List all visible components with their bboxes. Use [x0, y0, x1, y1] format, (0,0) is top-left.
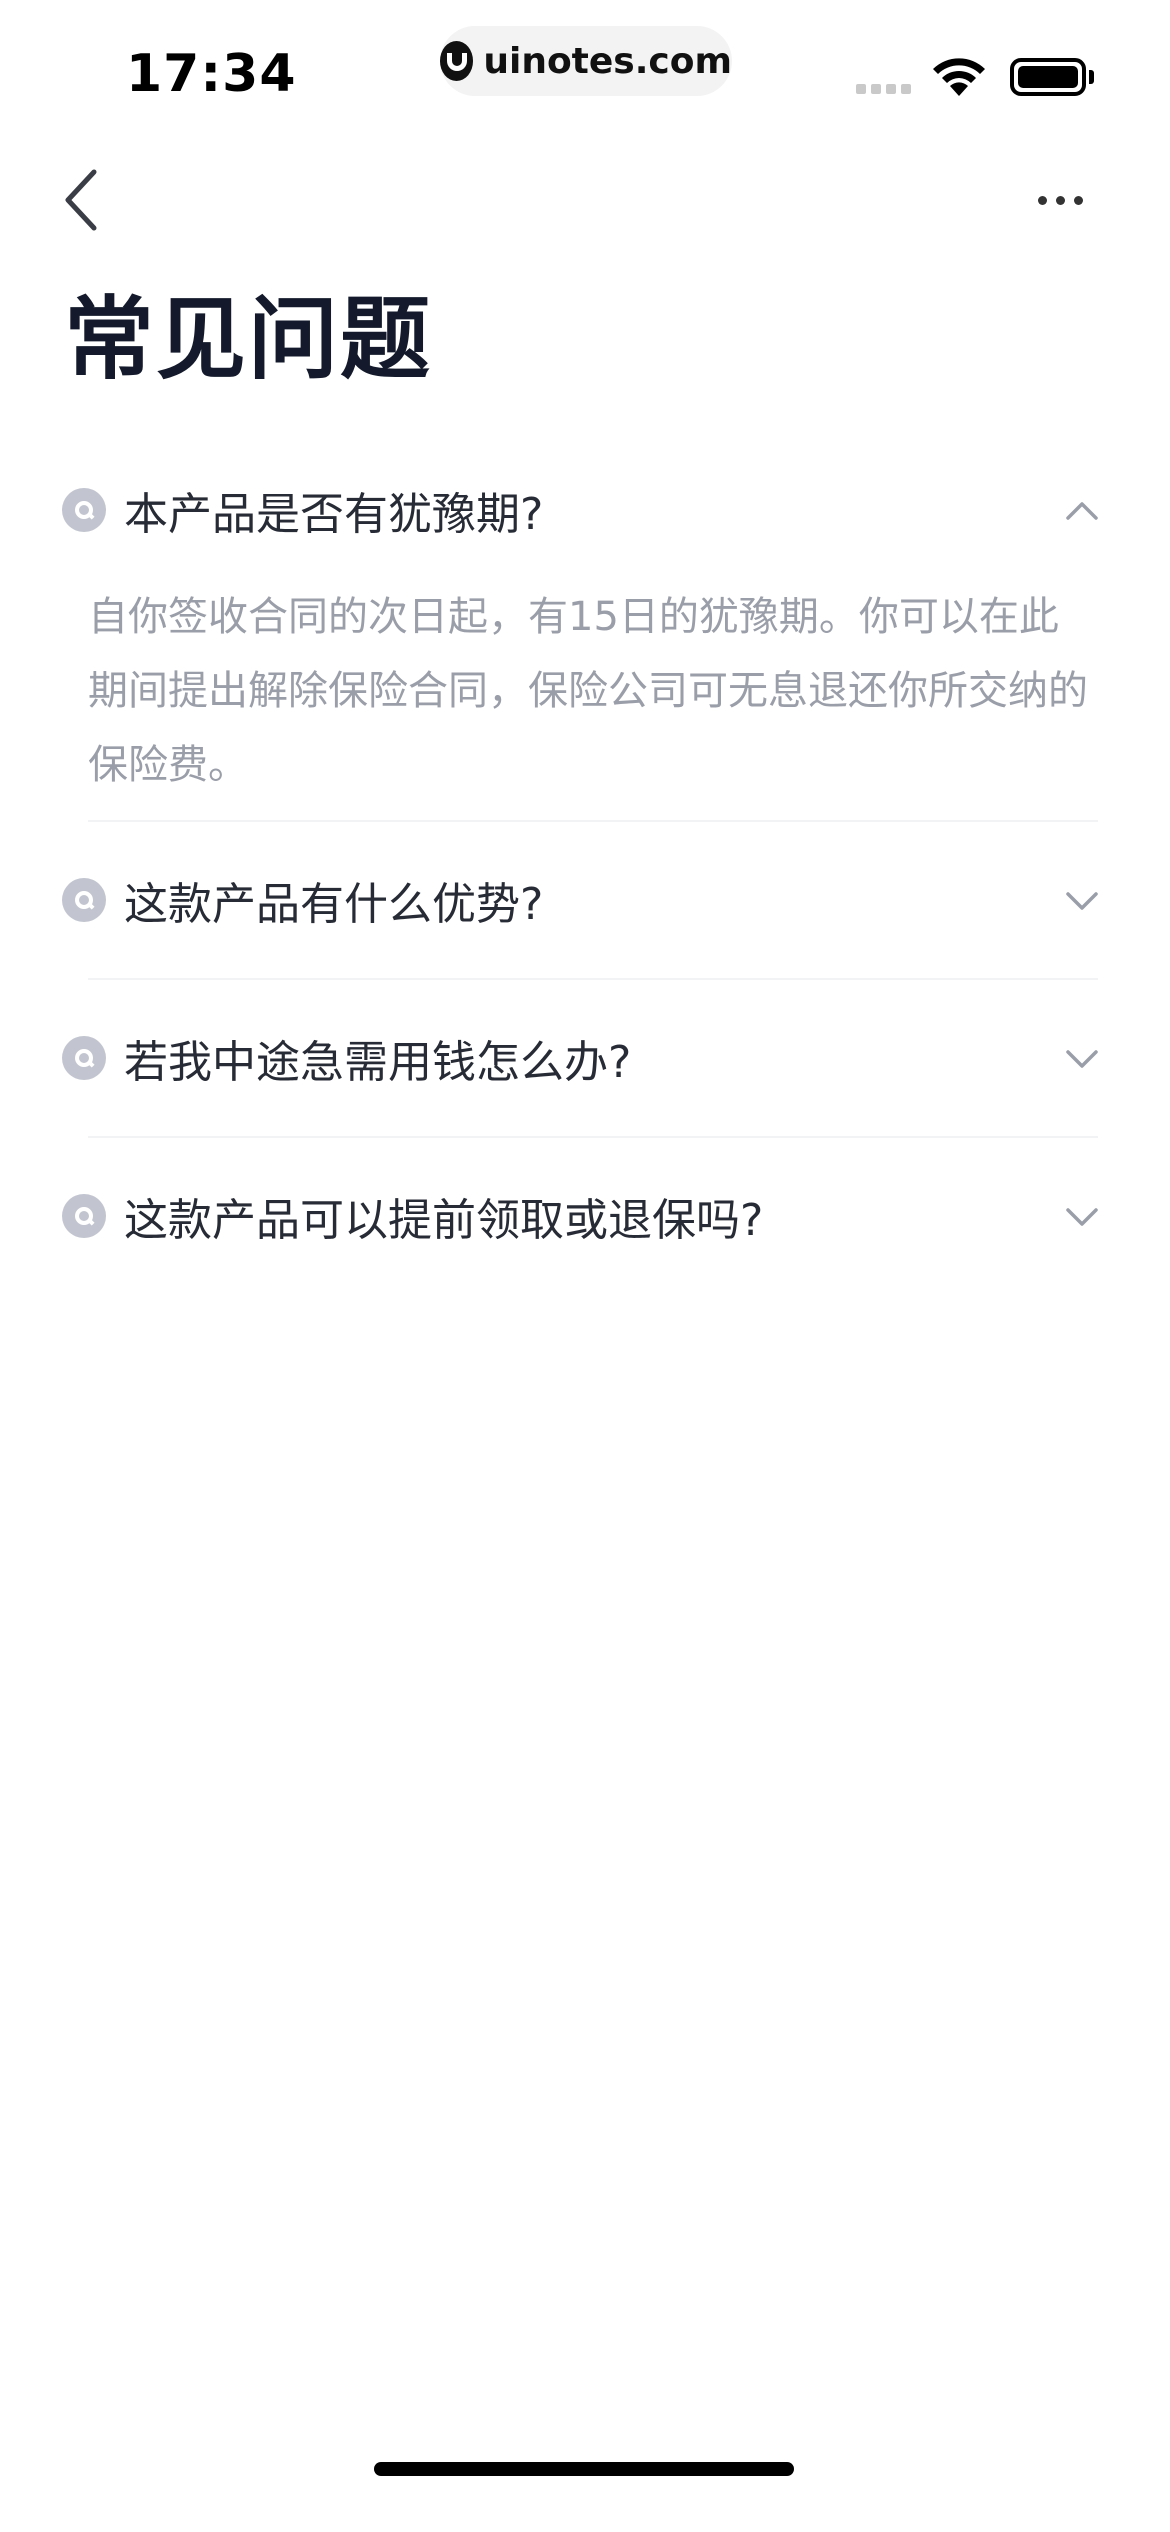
faq-question: 若我中途急需用钱怎么办?: [124, 1037, 632, 1088]
more-dots-icon[interactable]: [1030, 180, 1090, 220]
question-search-icon: [62, 878, 106, 922]
url-pill[interactable]: uinotes.com: [440, 26, 732, 96]
faq-list: 本产品是否有犹豫期? 自你签收合同的次日起，有15日的犹豫期。你可以在此期间提出…: [0, 440, 1170, 1294]
faq-question: 这款产品可以提前领取或退保吗?: [124, 1195, 764, 1246]
battery-cap: [1089, 70, 1094, 84]
faq-question: 本产品是否有犹豫期?: [124, 489, 544, 540]
faq-item: 若我中途急需用钱怎么办?: [0, 980, 1170, 1138]
question-search-icon: [62, 488, 106, 532]
chevron-down-icon[interactable]: [1064, 1046, 1100, 1070]
battery-icon: [1010, 58, 1086, 96]
faq-question-row[interactable]: 本产品是否有犹豫期?: [0, 440, 1170, 580]
chevron-down-icon[interactable]: [1064, 1204, 1100, 1228]
status-time: 17:34: [126, 44, 297, 104]
faq-item: 这款产品有什么优势?: [0, 822, 1170, 980]
faq-item: 这款产品可以提前领取或退保吗?: [0, 1138, 1170, 1294]
faq-question-row[interactable]: 这款产品有什么优势?: [0, 822, 1170, 978]
page-title: 常见问题: [64, 287, 432, 392]
question-search-icon: [62, 1036, 106, 1080]
url-text: uinotes.com: [483, 40, 732, 82]
site-logo-icon: [440, 41, 474, 81]
status-bar: 17:34 uinotes.com: [0, 0, 1170, 150]
chevron-down-icon[interactable]: [1064, 888, 1100, 912]
faq-question-row[interactable]: 若我中途急需用钱怎么办?: [0, 980, 1170, 1136]
cellular-signal-icon: [856, 84, 911, 94]
chevron-up-icon[interactable]: [1064, 498, 1100, 522]
faq-question-row[interactable]: 这款产品可以提前领取或退保吗?: [0, 1138, 1170, 1294]
home-indicator[interactable]: [374, 2462, 794, 2476]
question-search-icon: [62, 1194, 106, 1238]
faq-question: 这款产品有什么优势?: [124, 879, 544, 930]
chevron-left-icon[interactable]: [54, 160, 114, 240]
faq-item: 本产品是否有犹豫期? 自你签收合同的次日起，有15日的犹豫期。你可以在此期间提出…: [0, 440, 1170, 822]
wifi-icon: [933, 58, 985, 96]
faq-answer: 自你签收合同的次日起，有15日的犹豫期。你可以在此期间提出解除保险合同，保险公司…: [88, 594, 1088, 788]
